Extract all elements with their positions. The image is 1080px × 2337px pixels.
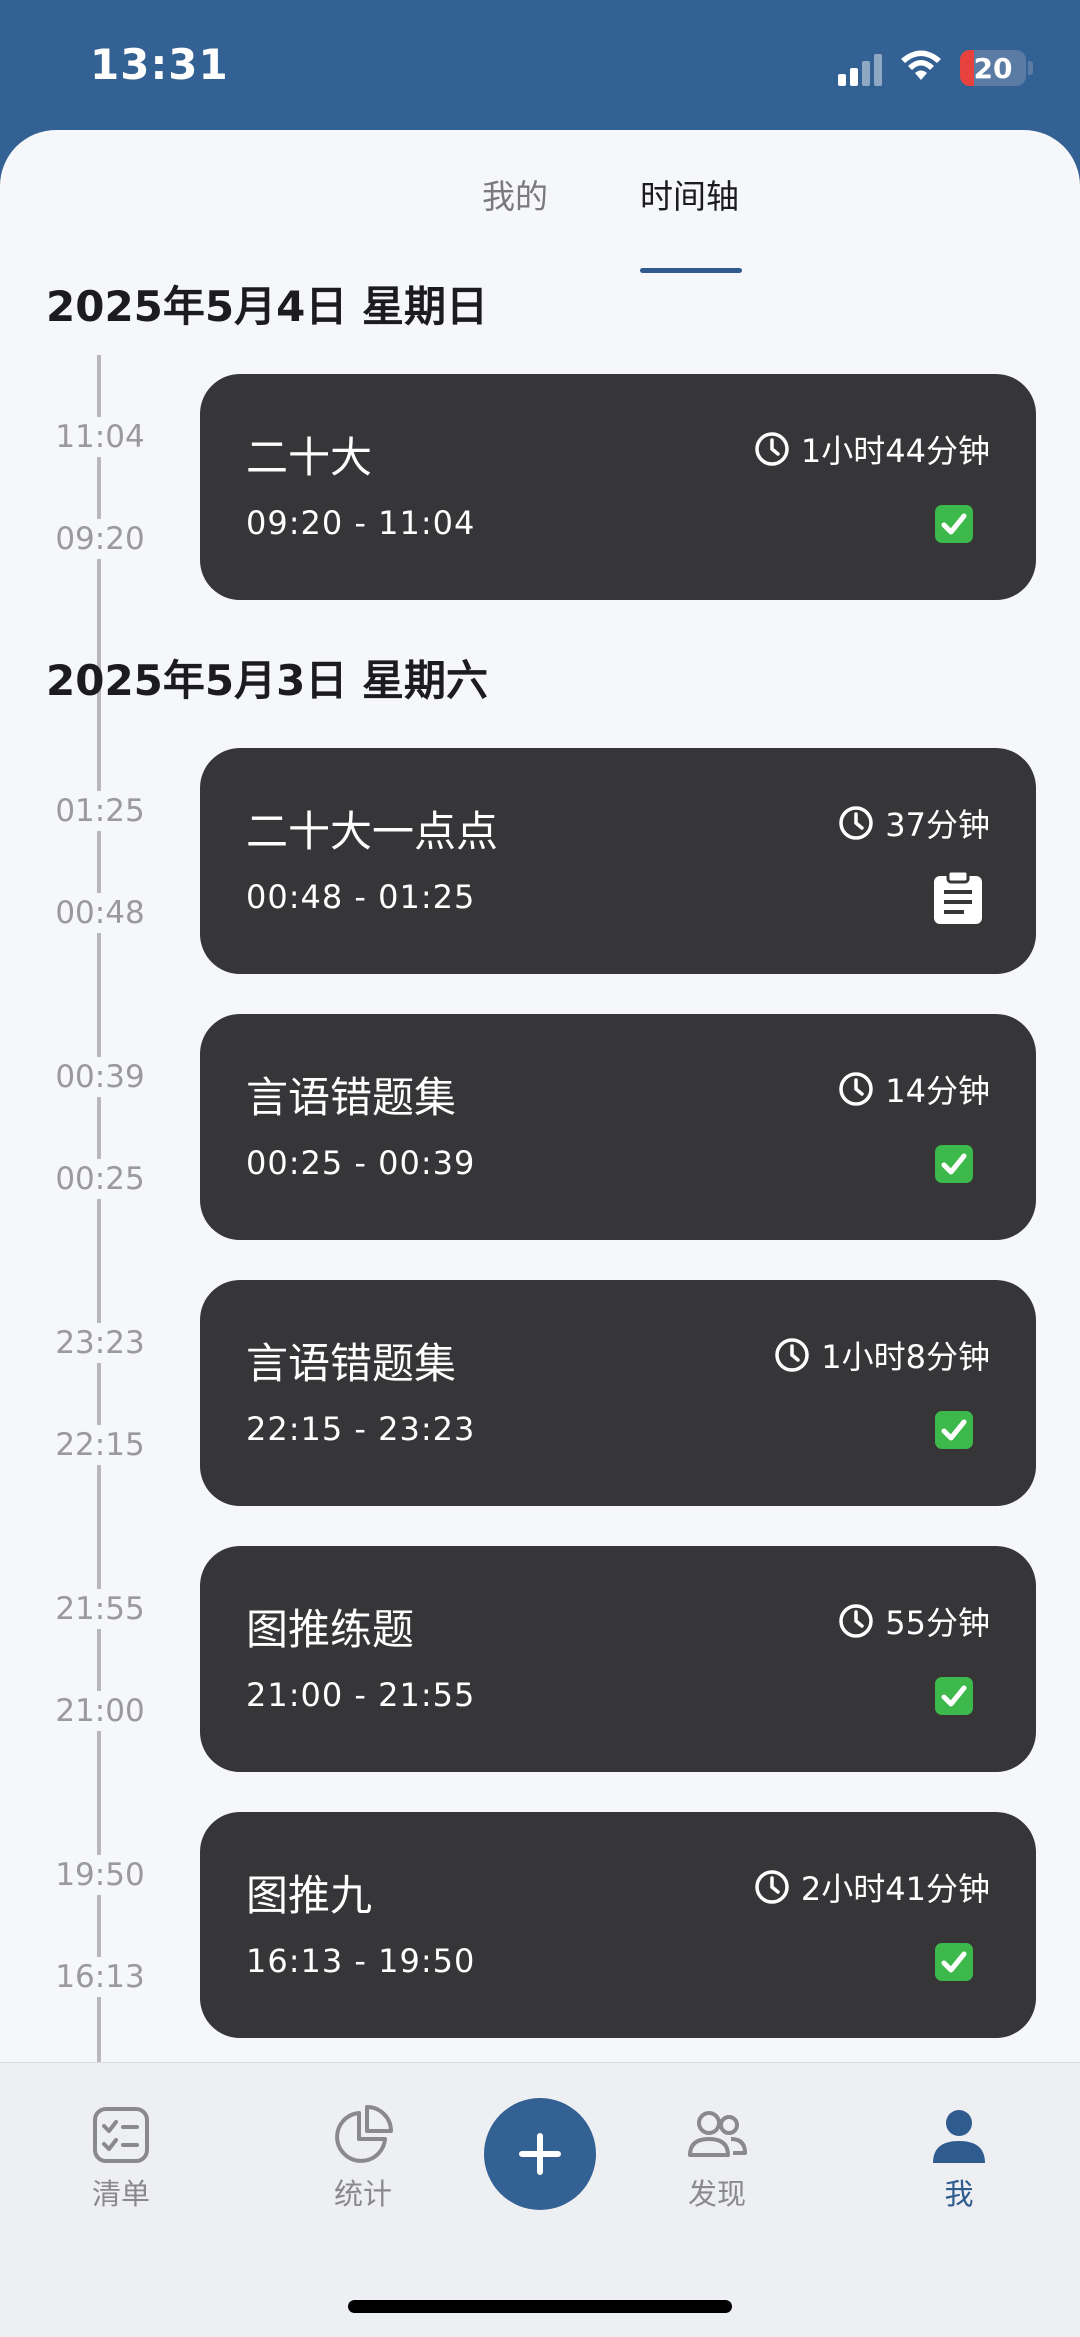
date-heading: 2025年5月4日 星期日 <box>46 282 488 331</box>
entry-end-time: 01:25 <box>40 791 160 831</box>
session-duration: 2小时41分钟 <box>753 1864 990 1910</box>
battery-level: 20 <box>973 52 1013 85</box>
session-time-range: 09:20 - 11:04 <box>246 504 476 542</box>
duration-text: 1小时8分钟 <box>821 1338 990 1376</box>
duration-text: 37分钟 <box>885 806 990 844</box>
signal-icon <box>838 54 882 86</box>
check-box-icon <box>935 1145 973 1183</box>
duration-text: 55分钟 <box>885 1604 990 1642</box>
date-heading: 2025年5月3日 星期六 <box>46 656 488 705</box>
nav-item-checklist[interactable]: 清单 <box>61 2103 181 2213</box>
entry-start-time: 00:25 <box>40 1159 160 1199</box>
entry-start-time: 09:20 <box>40 519 160 559</box>
session-time-range: 21:00 - 21:55 <box>246 1676 476 1714</box>
session-title: 言语错题集 <box>246 1073 457 1122</box>
clock-icon <box>839 806 874 840</box>
duration-text: 1小时44分钟 <box>800 432 990 470</box>
status-time: 13:31 <box>90 40 229 89</box>
clipboard-icon <box>934 870 982 924</box>
session-time-range: 00:48 - 01:25 <box>246 878 476 916</box>
nav-label: 统计 <box>333 2177 392 2211</box>
wifi-icon <box>901 50 941 80</box>
clock-icon <box>755 432 789 466</box>
session-card[interactable]: 图推练题 55分钟 21:00 - 21:55 <box>200 1546 1036 1772</box>
session-card[interactable]: 图推九 2小时41分钟 16:13 - 19:50 <box>200 1812 1036 2038</box>
pie-chart-icon <box>335 2105 393 2163</box>
check-box-icon <box>935 505 973 543</box>
duration-text: 14分钟 <box>885 1072 990 1110</box>
session-duration: 1小时8分钟 <box>773 1332 990 1378</box>
tab-mine[interactable]: 我的 <box>482 170 548 218</box>
home-indicator <box>348 2300 732 2313</box>
entry-end-time: 21:55 <box>40 1589 160 1629</box>
entry-end-time: 11:04 <box>40 417 160 457</box>
nav-item-discover[interactable]: 发现 <box>657 2103 777 2213</box>
entry-start-time: 21:00 <box>40 1691 160 1731</box>
tab-bar: 我的 时间轴 <box>0 170 1080 273</box>
check-box-icon <box>935 1411 973 1449</box>
check-box-icon <box>935 1677 973 1715</box>
checklist-icon <box>93 2107 149 2163</box>
session-time-range: 16:13 - 19:50 <box>246 1942 476 1980</box>
entry-start-time: 22:15 <box>40 1425 160 1465</box>
session-duration: 37分钟 <box>837 800 990 846</box>
session-duration: 55分钟 <box>837 1598 990 1644</box>
nav-item-me[interactable]: 我 <box>899 2103 1019 2213</box>
battery-indicator: 20 <box>960 50 1026 86</box>
clock-icon <box>755 1870 789 1904</box>
entry-end-time: 23:23 <box>40 1323 160 1363</box>
session-title: 二十大一点点 <box>246 807 499 856</box>
entry-end-time: 00:39 <box>40 1057 160 1097</box>
session-duration: 1小时44分钟 <box>753 426 990 472</box>
session-duration: 14分钟 <box>837 1066 990 1112</box>
session-title: 图推练题 <box>246 1605 415 1654</box>
nav-item-stats[interactable]: 统计 <box>303 2103 423 2213</box>
entry-start-time: 00:48 <box>40 893 160 933</box>
session-card[interactable]: 言语错题集 1小时8分钟 22:15 - 23:23 <box>200 1280 1036 1506</box>
duration-text: 2小时41分钟 <box>800 1870 990 1908</box>
session-card[interactable]: 言语错题集 14分钟 00:25 - 00:39 <box>200 1014 1036 1240</box>
session-card[interactable]: 二十大一点点 37分钟 00:48 - 01:25 <box>200 748 1036 974</box>
add-button[interactable] <box>484 2098 596 2210</box>
entry-end-time: 19:50 <box>40 1855 160 1895</box>
active-tab-indicator <box>640 268 742 273</box>
people-icon <box>688 2111 747 2157</box>
entry-start-time: 16:13 <box>40 1957 160 1997</box>
session-title: 言语错题集 <box>246 1339 457 1388</box>
clock-icon <box>775 1338 810 1372</box>
session-card[interactable]: 二十大 1小时44分钟 09:20 - 11:04 <box>200 374 1036 600</box>
session-title: 二十大 <box>246 433 373 482</box>
check-box-icon <box>935 1943 973 1981</box>
nav-label: 发现 <box>687 2177 746 2211</box>
session-time-range: 22:15 - 23:23 <box>246 1410 476 1448</box>
tab-timeline[interactable]: 时间轴 <box>640 170 739 218</box>
session-title: 图推九 <box>246 1871 373 1920</box>
nav-label: 清单 <box>91 2177 150 2211</box>
clock-icon <box>839 1072 874 1106</box>
clock-icon <box>839 1604 874 1638</box>
person-icon <box>933 2110 985 2163</box>
session-time-range: 00:25 - 00:39 <box>246 1144 476 1182</box>
plus-icon <box>519 2133 561 2175</box>
timeline-sheet: 我的 时间轴 2025年5月4日 星期日 11:04 09:20 二十大 1小时… <box>0 130 1080 2337</box>
status-bar: 13:31 20 <box>0 0 1080 132</box>
nav-label: 我 <box>944 2177 974 2211</box>
